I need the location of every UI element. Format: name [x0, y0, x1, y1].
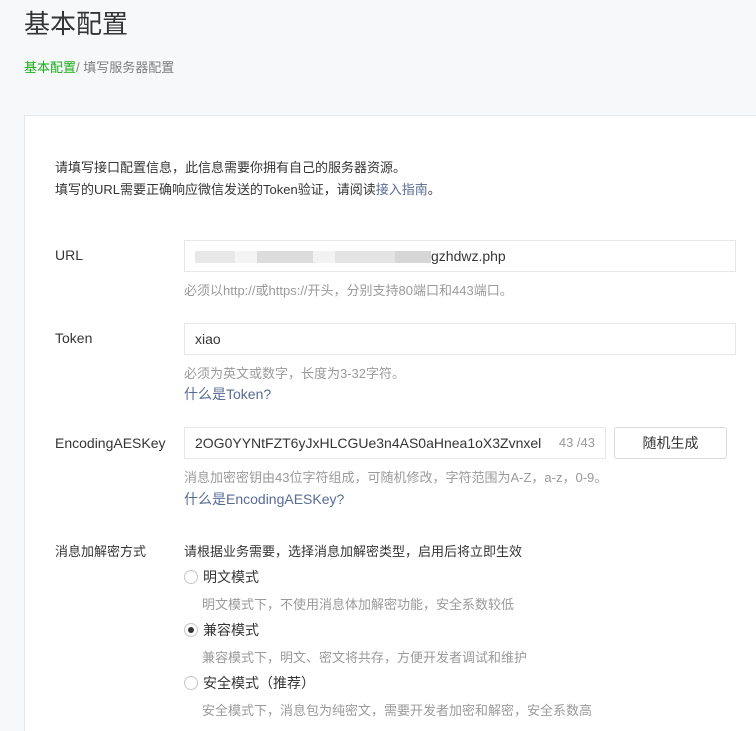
radio-secure-mode[interactable]: 安全模式（推荐） — [184, 673, 315, 693]
breadcrumb: 基本配置/ 填写服务器配置 — [24, 57, 174, 76]
url-value: gzhdwz.php — [431, 248, 506, 264]
config-card: 请填写接口配置信息，此信息需要你拥有自己的服务器资源。 填写的URL需要正确响应… — [24, 115, 756, 731]
radio-compatible-mode[interactable]: 兼容模式 — [184, 620, 259, 640]
breadcrumb-current: 填写服务器配置 — [79, 60, 175, 75]
random-generate-button[interactable]: 随机生成 — [614, 427, 727, 459]
masked-url-prefix — [195, 251, 431, 264]
intro-text: 请填写接口配置信息，此信息需要你拥有自己的服务器资源。 填写的URL需要正确响应… — [55, 157, 441, 201]
page-title: 基本配置 — [24, 9, 129, 39]
token-input[interactable]: xiao — [184, 323, 736, 355]
radio-label: 明文模式 — [203, 569, 259, 585]
intro-line-2: 填写的URL需要正确响应微信发送的Token验证，请阅读接入指南。 — [55, 179, 441, 201]
aes-value: 2OG0YYNtFZT6yJxHLCGUe3n4AS0aHnea1oX3Zvnx… — [195, 435, 542, 451]
radio-label: 兼容模式 — [203, 622, 259, 638]
radio-hint: 安全模式下，消息包为纯密文，需要开发者加密和解密，安全系数高 — [202, 703, 593, 718]
what-is-token-link[interactable]: 什么是Token? — [184, 384, 271, 404]
aes-input[interactable]: 2OG0YYNtFZT6yJxHLCGUe3n4AS0aHnea1oX3Zvnx… — [184, 427, 606, 459]
url-hint: 必须以http://或https://开头，分别支持80端口和443端口。 — [184, 283, 513, 298]
encryption-label: 消息加解密方式 — [55, 544, 147, 559]
radio-plaintext-mode[interactable]: 明文模式 — [184, 567, 259, 587]
url-label: URL — [55, 247, 84, 263]
aes-char-counter: 43 /43 — [558, 435, 595, 450]
aes-hint: 消息加密密钥由43位字符组成，可随机修改，字符范围为A-Z，a-z，0-9。 — [184, 470, 608, 485]
token-label: Token — [55, 330, 93, 346]
breadcrumb-root-link[interactable]: 基本配置 — [24, 60, 76, 75]
token-hint: 必须为英文或数字，长度为3-32字符。 — [184, 366, 406, 381]
radio-checked-icon[interactable] — [184, 623, 198, 637]
radio-unchecked-icon[interactable] — [184, 570, 198, 584]
intro-line-1: 请填写接口配置信息，此信息需要你拥有自己的服务器资源。 — [55, 160, 407, 175]
radio-hint: 兼容模式下，明文、密文将共存，方便开发者调试和维护 — [202, 650, 528, 665]
encryption-intro: 请根据业务需要，选择消息加解密类型，启用后将立即生效 — [184, 544, 523, 559]
url-input[interactable]: gzhdwz.php — [184, 240, 736, 272]
intro-line-2-suffix: 。 — [427, 182, 441, 197]
radio-unchecked-icon[interactable] — [184, 676, 198, 690]
aes-label: EncodingAESKey — [55, 435, 166, 451]
radio-label: 安全模式（推荐） — [203, 675, 315, 691]
what-is-aes-link[interactable]: 什么是EncodingAESKey? — [184, 489, 344, 509]
access-guide-link[interactable]: 接入指南 — [376, 182, 428, 197]
intro-line-2-prefix: 填写的URL需要正确响应微信发送的Token验证，请阅读 — [55, 182, 376, 197]
radio-hint: 明文模式下，不使用消息体加解密功能，安全系数较低 — [202, 597, 515, 612]
